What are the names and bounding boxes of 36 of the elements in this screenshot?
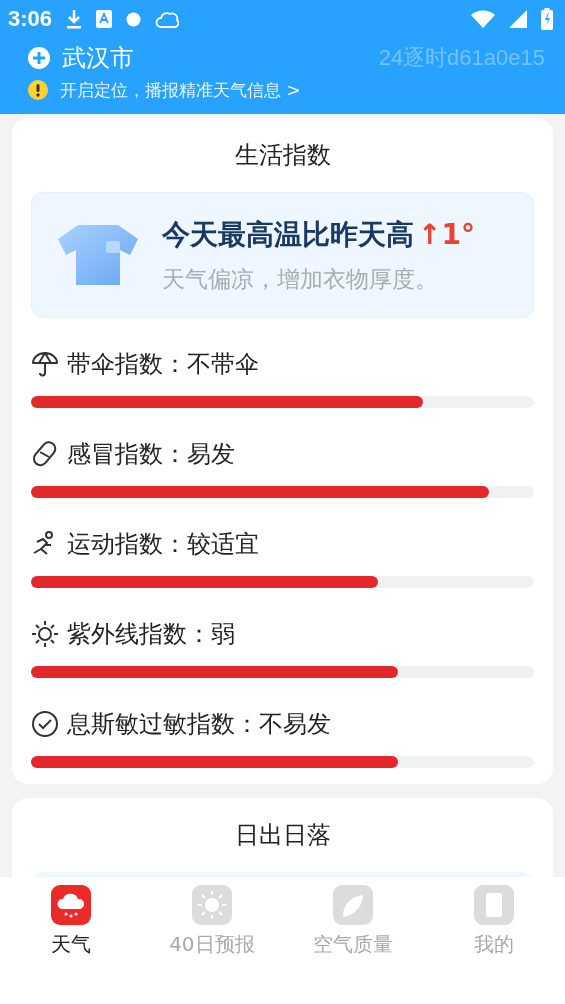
tip-advice: 天气偏凉，增加衣物厚度。 — [162, 264, 439, 294]
section-title: 日出日落 — [233, 820, 332, 851]
add-icon[interactable] — [28, 47, 50, 69]
sun-icon — [191, 885, 232, 925]
index-label: 息斯敏过敏指数：不易发 — [67, 709, 331, 740]
dot-icon — [126, 11, 142, 27]
version-code: 24逐时d61a0e15 — [378, 44, 545, 72]
sun-icon — [31, 620, 59, 648]
wifi-icon — [471, 10, 495, 28]
index-label: 感冒指数：易发 — [67, 439, 235, 470]
cloud-icon — [155, 9, 180, 29]
section-title: 生活指数 — [233, 140, 332, 171]
t-shirt-icon — [56, 223, 140, 287]
index-label: 运动指数：较适宜 — [67, 529, 259, 560]
download-icon — [66, 9, 83, 29]
battery-icon — [541, 8, 553, 30]
index-label: 紫外线指数：弱 — [67, 619, 235, 650]
location-prompt-link[interactable]: 开启定位，播报精准天气信息 > — [60, 78, 301, 102]
document-icon — [474, 885, 515, 925]
city-name[interactable]: 武汉市 — [62, 42, 134, 74]
tip-headline: 今天最高温比昨天高 — [162, 216, 414, 253]
status-time: 3:06 — [8, 6, 53, 32]
rain-cloud-icon — [50, 885, 91, 925]
pill-icon — [31, 440, 59, 468]
app-notification-icon — [96, 10, 113, 28]
nav-tab[interactable]: 我的 — [423, 885, 565, 1004]
warning-icon — [28, 80, 48, 100]
temperature-change: ↑1° — [418, 217, 475, 251]
nav-tab[interactable]: 40日预报 — [141, 885, 283, 1004]
signal-icon — [509, 10, 527, 28]
nav-tab[interactable]: 天气 — [0, 885, 142, 1004]
leaf-icon — [333, 885, 374, 925]
check-circle-icon — [31, 710, 59, 738]
index-label: 带伞指数：不带伞 — [67, 349, 259, 380]
nav-tab[interactable]: 空气质量 — [282, 885, 424, 1004]
umbrella-icon — [31, 350, 59, 378]
